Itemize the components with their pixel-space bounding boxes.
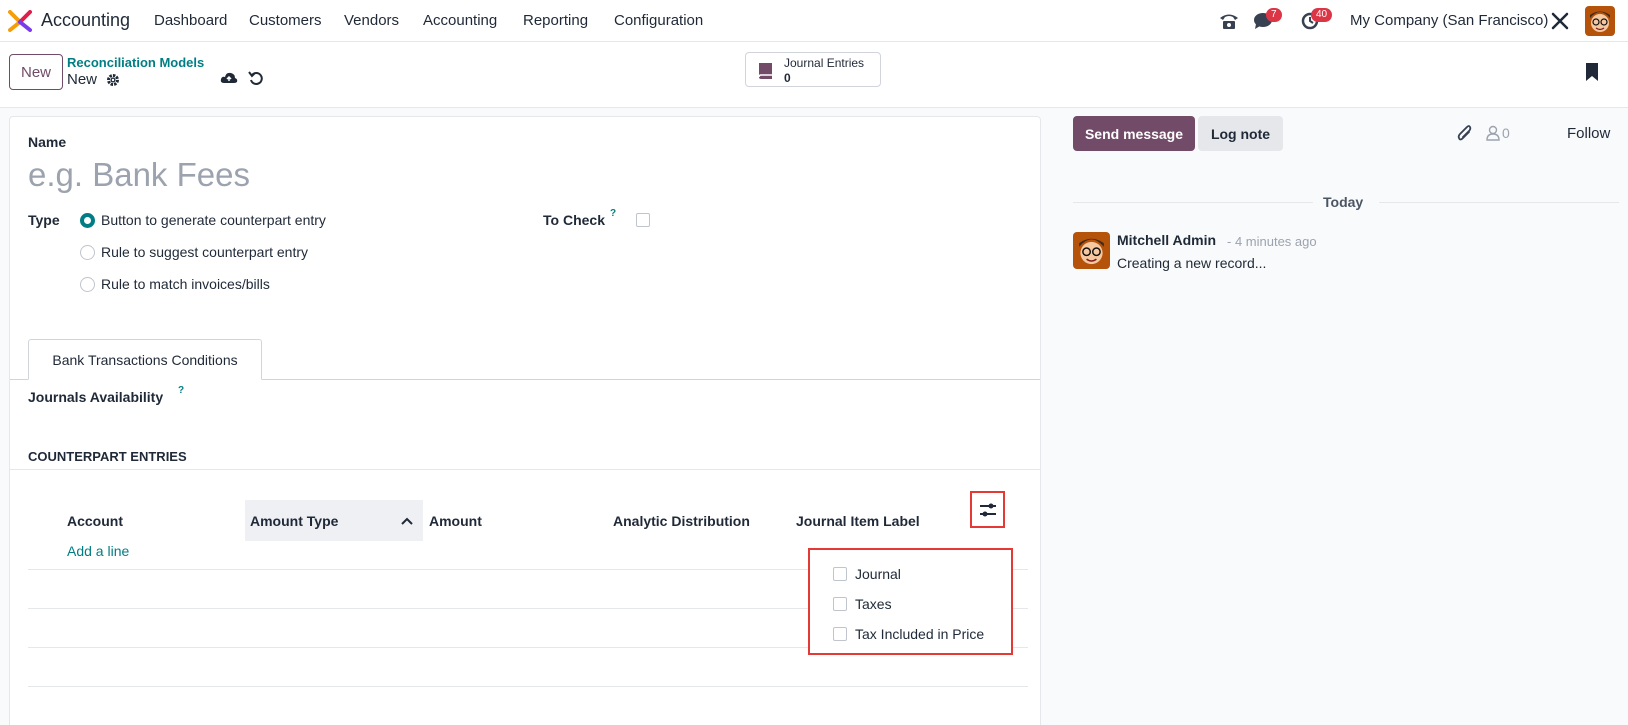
log-note-button[interactable]: Log note (1198, 116, 1283, 151)
to-check-help-icon[interactable]: ? (610, 208, 616, 219)
app-name[interactable]: Accounting (41, 10, 130, 31)
menu-vendors[interactable]: Vendors (344, 12, 399, 29)
save-cloud-icon[interactable] (220, 70, 238, 86)
name-input[interactable]: e.g. Bank Fees (28, 156, 1008, 200)
smart-button-label: Journal Entries (784, 56, 865, 70)
tab-bank-transactions-conditions[interactable]: Bank Transactions Conditions (28, 339, 262, 380)
activities-badge: 40 (1311, 8, 1333, 22)
menu-reporting[interactable]: Reporting (523, 12, 588, 29)
type-option-button-label: Button to generate counterpart entry (101, 212, 326, 228)
followers-icon[interactable] (1486, 125, 1500, 141)
section-separator (10, 469, 1040, 470)
smart-button-count: 0 (784, 71, 791, 85)
author-avatar[interactable] (1073, 232, 1110, 269)
menu-accounting[interactable]: Accounting (423, 12, 497, 29)
option-journal-label[interactable]: Journal (855, 566, 901, 582)
follow-button[interactable]: Follow (1567, 125, 1610, 142)
add-line-link[interactable]: Add a line (67, 543, 129, 559)
paperclip-icon[interactable] (1457, 124, 1473, 142)
menu-dashboard[interactable]: Dashboard (154, 12, 227, 29)
optional-columns-dropdown: Journal Taxes Tax Included in Price (808, 548, 1013, 655)
sort-up-icon[interactable] (401, 516, 413, 526)
menu-configuration[interactable]: Configuration (614, 12, 703, 29)
name-label: Name (28, 134, 67, 150)
option-tax-included-checkbox[interactable] (833, 627, 847, 641)
journal-entries-smart-button[interactable]: Journal Entries 0 (745, 52, 881, 87)
column-amount[interactable]: Amount (429, 513, 482, 529)
phone-icon[interactable] (1218, 11, 1240, 31)
book-icon (758, 63, 772, 79)
message-body: Creating a new record... (1117, 255, 1267, 271)
type-option-suggest-label: Rule to suggest counterpart entry (101, 244, 309, 260)
control-panel: New Reconciliation Models New Journal En… (0, 42, 1628, 108)
column-account[interactable]: Account (67, 513, 123, 529)
type-label: Type (28, 212, 60, 228)
option-journal-checkbox[interactable] (833, 567, 847, 581)
top-navbar: Accounting Dashboard Customers Vendors A… (0, 0, 1628, 42)
journals-availability-label: Journals Availability (28, 389, 164, 405)
gear-icon[interactable] (106, 73, 120, 87)
tools-icon[interactable] (1551, 12, 1569, 30)
option-tax-included-label[interactable]: Tax Included in Price (855, 626, 984, 642)
breadcrumb-parent[interactable]: Reconciliation Models (67, 55, 204, 70)
sliders-icon (980, 503, 996, 517)
type-radio-match[interactable] (80, 277, 95, 292)
bookmark-icon[interactable] (1585, 62, 1599, 82)
type-radio-suggest[interactable] (80, 245, 95, 260)
to-check-label: To Check (543, 212, 605, 228)
message-author[interactable]: Mitchell Admin (1117, 232, 1216, 248)
type-radio-button[interactable] (80, 213, 95, 228)
row-divider (28, 686, 1028, 687)
date-separator-line (1379, 202, 1619, 203)
message-time: - 4 minutes ago (1227, 234, 1317, 249)
new-button[interactable]: New (9, 54, 63, 90)
option-taxes-checkbox[interactable] (833, 597, 847, 611)
company-switcher[interactable]: My Company (San Francisco) (1350, 12, 1548, 29)
counterpart-entries-title: COUNTERPART ENTRIES (28, 449, 187, 464)
followers-count: 0 (1502, 125, 1510, 141)
column-amount-type[interactable]: Amount Type (250, 513, 338, 529)
send-message-button[interactable]: Send message (1073, 116, 1195, 151)
option-taxes-label[interactable]: Taxes (855, 596, 892, 612)
column-analytic-distribution[interactable]: Analytic Distribution (613, 513, 750, 529)
column-journal-item-label[interactable]: Journal Item Label (796, 513, 920, 529)
to-check-checkbox[interactable] (636, 213, 650, 227)
accounting-app-icon[interactable] (8, 10, 32, 32)
optional-columns-toggler[interactable] (970, 491, 1005, 528)
breadcrumb-current: New (67, 71, 98, 88)
messages-badge: 7 (1266, 8, 1282, 22)
menu-customers[interactable]: Customers (249, 12, 322, 29)
discard-icon[interactable] (248, 70, 264, 86)
date-separator-line (1073, 202, 1313, 203)
journals-help-icon[interactable]: ? (178, 385, 184, 396)
date-separator: Today (1323, 194, 1364, 210)
user-avatar[interactable] (1585, 6, 1615, 36)
type-option-match-label: Rule to match invoices/bills (101, 276, 270, 292)
